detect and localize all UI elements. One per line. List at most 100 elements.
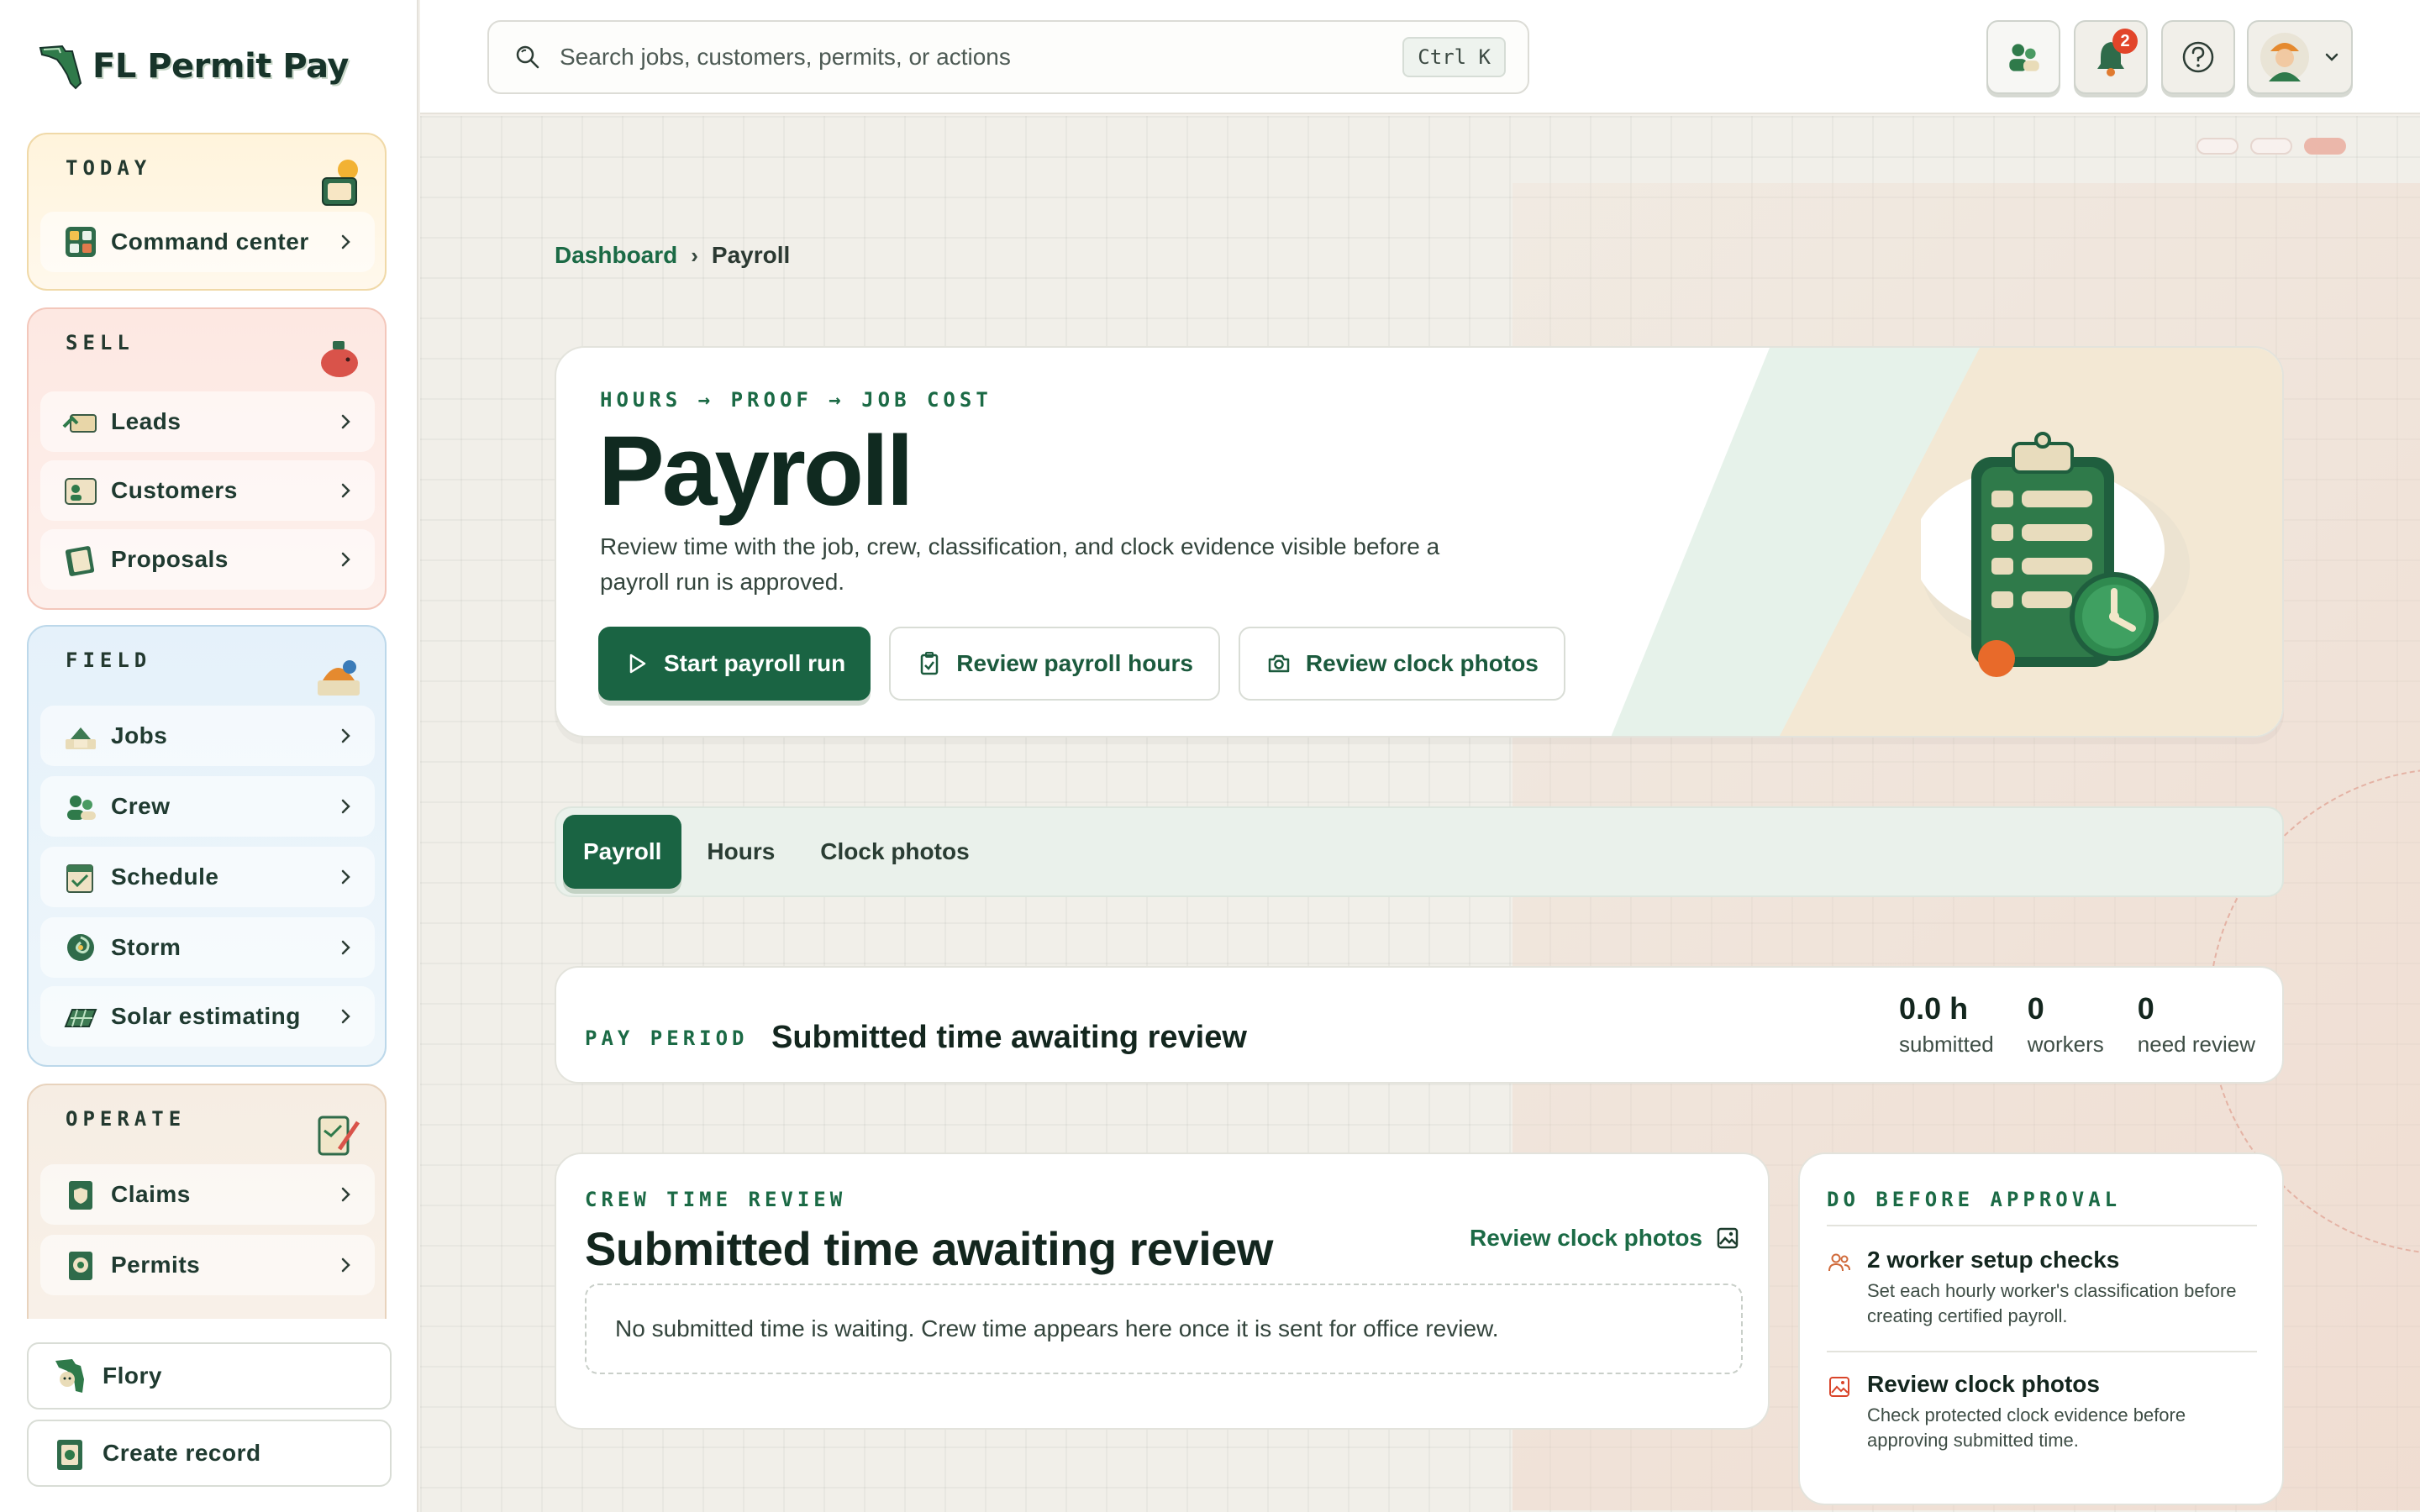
shopping-bag-sun-icon [322, 160, 358, 206]
chevron-right-icon [341, 483, 350, 498]
topbar: Search jobs, customers, permits, or acti… [420, 0, 2420, 114]
play-icon [629, 654, 646, 674]
sidebar-item-claims[interactable]: Claims [40, 1164, 375, 1225]
review-clock-photos-link[interactable]: Review clock photos [1470, 1225, 1741, 1252]
sidebar-item-storm[interactable]: Storm [40, 917, 375, 978]
brand-name: FL Permit Pay [92, 47, 349, 86]
payroll-hero: HOURS → PROOF → JOB COST Payroll Review … [555, 346, 2284, 738]
start-payroll-run-button[interactable]: Start payroll run [598, 627, 871, 701]
user-menu-button[interactable] [2247, 20, 2353, 94]
sidebar-nav[interactable]: TODAY Command center SELL Leads Customer… [0, 126, 417, 1319]
hard-hat-map-icon [318, 660, 360, 696]
nav-group-today: TODAY Command center [27, 133, 387, 291]
sidebar-item-label: Schedule [111, 864, 219, 890]
review-clock-photos-label: Review clock photos [1305, 650, 1539, 676]
flory-label: Flory [103, 1362, 162, 1389]
chevron-right-icon [341, 1257, 350, 1273]
nav-group-title: FIELD [66, 648, 152, 672]
sidebar-item-crew[interactable]: Crew [40, 776, 375, 837]
stat-need-review: 0 need review [2138, 991, 2255, 1058]
stat-label: submitted [1899, 1032, 1994, 1057]
approval-item-clock-photos[interactable]: Review clock photos Check protected cloc… [1827, 1371, 2257, 1453]
hero-actions: Start payroll run Review payroll hours R… [598, 627, 1565, 701]
sidebar-item-jobs[interactable]: Jobs [40, 706, 375, 766]
help-circle-icon [2182, 41, 2214, 73]
chevron-right-icon [341, 728, 350, 743]
sidebar-item-leads[interactable]: Leads [40, 391, 375, 452]
clipboard-pen-icon [318, 1116, 360, 1156]
empty-state: No submitted time is waiting. Crew time … [585, 1284, 1743, 1374]
sidebar-item-customers[interactable]: Customers [40, 460, 375, 521]
sidebar-item-label: Claims [111, 1181, 191, 1207]
hero-eyebrow: HOURS → PROOF → JOB COST [600, 388, 992, 412]
review-clock-photos-button[interactable]: Review clock photos [1238, 627, 1565, 701]
piggy-bank-icon [321, 341, 358, 377]
sidebar-item-permits[interactable]: Permits [40, 1235, 375, 1295]
avatar [2260, 33, 2309, 81]
sidebar-item-label: Solar estimating [111, 1003, 301, 1029]
crew-time-review: CREW TIME REVIEW Submitted time awaiting… [555, 1152, 1770, 1430]
help-button[interactable] [2161, 20, 2235, 94]
sidebar-item-proposals[interactable]: Proposals [40, 529, 375, 590]
notifications-button[interactable]: 2 [2074, 20, 2148, 94]
do-before-approval: DO BEFORE APPROVAL 2 worker setup checks… [1798, 1152, 2284, 1505]
flory-button[interactable]: Flory [27, 1342, 392, 1410]
approval-item-description: Set each hourly worker's classification … [1867, 1280, 2237, 1326]
sidebar-item-label: Permits [111, 1252, 201, 1278]
sidebar-item-schedule[interactable]: Schedule [40, 847, 375, 907]
search-placeholder: Search jobs, customers, permits, or acti… [560, 44, 1011, 70]
command-grid-icon [66, 227, 96, 257]
breadcrumb: Dashboard › Payroll [555, 242, 790, 269]
tab-hours[interactable]: Hours [687, 815, 795, 889]
sidebar-item-solar-estimating[interactable]: Solar estimating [40, 986, 375, 1047]
image-icon [1829, 1377, 1849, 1397]
create-record-button[interactable]: Create record [27, 1420, 392, 1487]
sidebar-item-label: Command center [111, 228, 309, 255]
review-payroll-hours-button[interactable]: Review payroll hours [889, 627, 1220, 701]
claims-shield-icon [69, 1181, 92, 1210]
pay-period-stats: 0.0 h submitted 0 workers 0 need review [1899, 991, 2255, 1058]
nav-group-title: OPERATE [66, 1107, 187, 1131]
customers-card-icon [65, 478, 97, 505]
create-record-label: Create record [103, 1440, 261, 1466]
calendar-schedule-icon [66, 864, 93, 893]
leads-cash-icon [62, 414, 97, 433]
tab-clock-photos[interactable]: Clock photos [800, 815, 989, 889]
brand[interactable]: FL Permit Pay [37, 37, 349, 96]
review-payroll-hours-label: Review payroll hours [956, 650, 1193, 676]
notification-badge: 2 [2112, 29, 2138, 54]
chevron-right-icon [341, 869, 350, 885]
nav-group-field: FIELD Jobs Crew Schedule Storm Solar est… [27, 625, 387, 1067]
search-icon [516, 45, 539, 69]
stat-value: 0.0 h [1899, 991, 1969, 1026]
sidebar-item-label: Leads [111, 408, 182, 434]
stat-value: 0 [2027, 991, 2044, 1026]
crew-button[interactable] [1986, 20, 2060, 94]
approval-item-title: 2 worker setup checks [1867, 1247, 2120, 1273]
solar-panel-icon [64, 1009, 97, 1027]
nav-group-sell: SELL Leads Customers Proposals [27, 307, 387, 610]
sidebar-item-command-center[interactable]: Command center [40, 212, 375, 272]
window-dots [2196, 138, 2346, 155]
breadcrumb-dashboard-link[interactable]: Dashboard [555, 242, 677, 269]
chevron-right-icon [341, 234, 350, 249]
stat-label: need review [2137, 1032, 2255, 1057]
breadcrumb-current: Payroll [711, 242, 791, 268]
create-record-icon [57, 1440, 82, 1470]
approval-item-worker-setup[interactable]: 2 worker setup checks Set each hourly wo… [1827, 1247, 2257, 1329]
breadcrumb-separator: › [691, 242, 698, 268]
divider [1827, 1225, 2257, 1226]
hero-description: Review time with the job, crew, classifi… [600, 533, 1440, 595]
camera-icon [1268, 654, 1290, 673]
crew-people-icon [67, 795, 96, 820]
divider [1827, 1351, 2257, 1352]
stat-submitted: 0.0 h submitted [1899, 991, 1994, 1058]
approval-item-description: Check protected clock evidence before ap… [1867, 1404, 2186, 1451]
tab-payroll[interactable]: Payroll [563, 815, 682, 889]
sidebar: FL Permit Pay TODAY Command center SELL … [0, 0, 418, 1512]
crew-review-title: Submitted time awaiting review [585, 1222, 1273, 1275]
chevron-right-icon [341, 940, 350, 955]
approval-item-title: Review clock photos [1867, 1371, 2100, 1397]
search-input[interactable]: Search jobs, customers, permits, or acti… [487, 20, 1529, 94]
app: FL Permit Pay TODAY Command center SELL … [0, 0, 2420, 1512]
